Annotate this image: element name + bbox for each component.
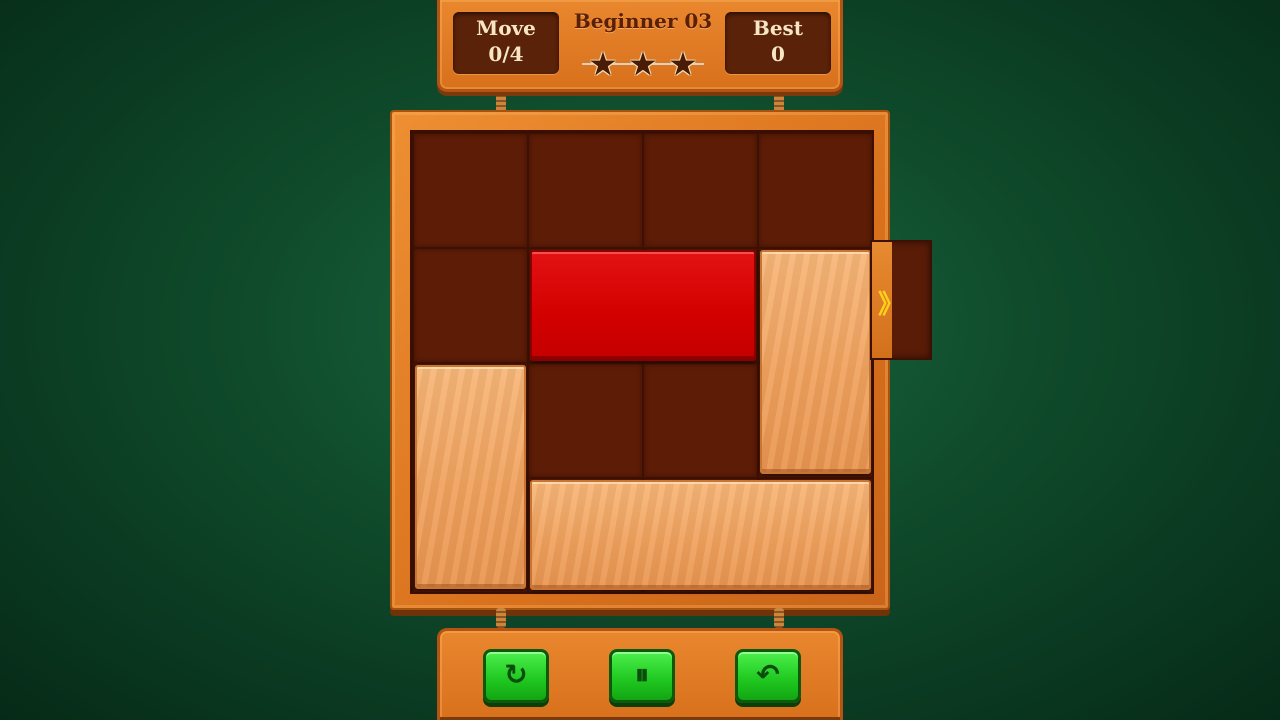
board-cell [528,363,643,478]
board-cell [758,133,873,248]
move-value: 0/4 [488,42,524,66]
rope-peg [774,92,784,112]
header-panel: Move 0/4 Beginner 03 ★ ★ ★ Best 0 [437,0,843,92]
puzzle-board [410,130,874,594]
wood-block-vertical-right[interactable] [760,250,871,474]
exit-gate: 》 [870,240,932,360]
wood-block-horizontal-bottom[interactable] [530,480,871,590]
board-cell [413,248,528,363]
pause-icon: ⏸ [634,658,649,691]
rope-peg [496,92,506,112]
controls-panel: ↻ ⏸ ↶ [437,628,843,720]
rope-peg [774,608,784,628]
board-cell [528,133,643,248]
restart-icon: ↻ [504,658,528,691]
best-value: 0 [771,42,785,66]
move-label: Move [476,16,536,40]
best-label: Best [752,16,804,40]
undo-button[interactable]: ↶ [735,649,801,703]
star-icon: ★ [588,45,618,83]
target-red-block[interactable] [530,250,756,361]
board-frame [390,110,890,610]
wood-block-vertical-left[interactable] [415,365,526,589]
board-cell [643,133,758,248]
board-cell [643,363,758,478]
restart-button[interactable]: ↻ [483,649,549,703]
board-cell [413,133,528,248]
star-icon: ★ [668,45,698,83]
move-counter: Move 0/4 [453,12,559,74]
exit-arrow-icon: 》 [878,290,905,320]
rope-peg [496,608,506,628]
pause-button[interactable]: ⏸ [609,649,675,703]
best-score: Best 0 [725,12,831,74]
level-title: Beginner 03 [573,9,713,33]
star-icon: ★ [628,45,658,83]
star-rating: ★ ★ ★ [580,47,706,81]
undo-icon: ↶ [756,658,780,691]
